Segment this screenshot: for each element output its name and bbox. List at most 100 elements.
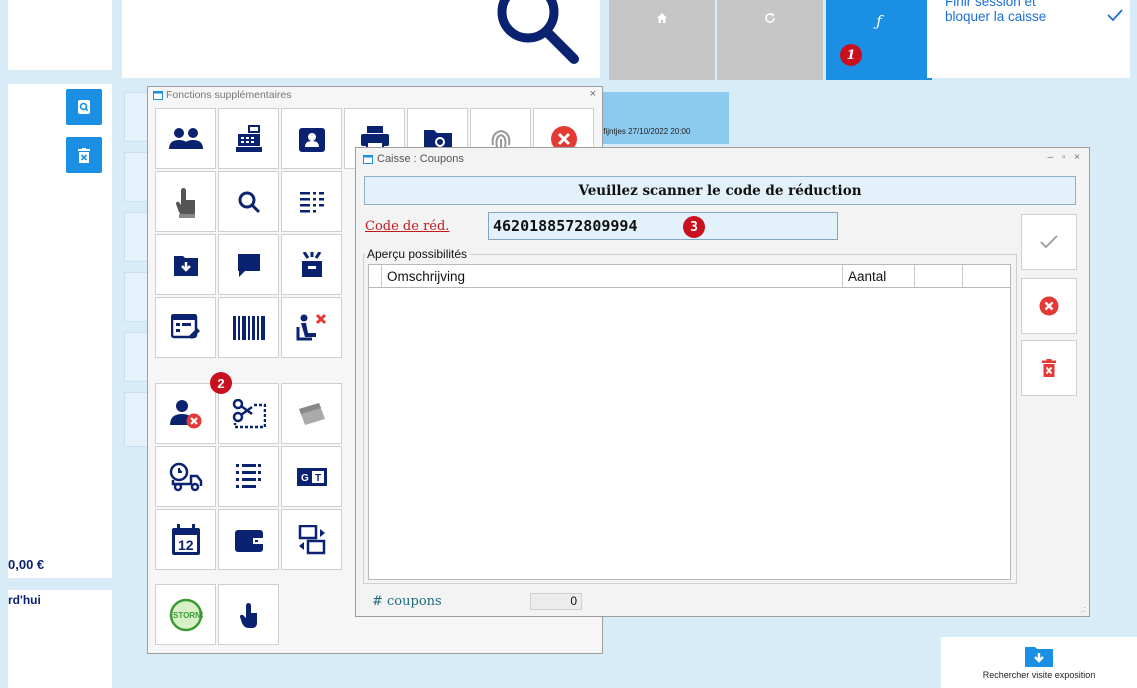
fonctions-title: Fonctions supplémentaires xyxy=(166,89,292,101)
checklist-icon xyxy=(235,463,262,490)
chat-icon xyxy=(236,252,262,278)
gift-icon xyxy=(300,251,324,278)
cards-button[interactable] xyxy=(281,383,342,444)
coupons-title: Caisse : Coupons xyxy=(377,153,464,165)
remove-seat-button[interactable] xyxy=(281,297,342,358)
svg-text:STORNO: STORNO xyxy=(173,611,203,620)
delete-button[interactable] xyxy=(1021,340,1077,396)
step-badge: 1 xyxy=(840,44,862,66)
barcode-icon xyxy=(232,315,265,340)
transfer-icon xyxy=(298,524,326,555)
coupons-count-label: # coupons xyxy=(372,594,442,609)
delete-document-icon xyxy=(78,147,90,163)
code-reduction-input[interactable]: 4620188572809994 3 xyxy=(488,212,838,240)
users-icon xyxy=(168,127,203,151)
hand-pointer-button[interactable] xyxy=(155,171,216,232)
step-badge: 2 xyxy=(210,372,232,394)
home-button[interactable] xyxy=(609,0,715,80)
column-header-aantal[interactable]: Aantal xyxy=(843,265,915,287)
background-row xyxy=(124,392,148,447)
functions-button[interactable]: ƒ 1 xyxy=(826,0,932,80)
cards-icon xyxy=(297,401,327,427)
search-function-button[interactable] xyxy=(218,171,279,232)
home-icon xyxy=(656,12,668,80)
transfer-button[interactable] xyxy=(281,509,342,570)
today-label: rd'hui xyxy=(8,593,41,607)
window-icon xyxy=(363,154,373,164)
refresh-icon xyxy=(764,12,776,80)
coupons-count-value: 0 xyxy=(530,593,582,610)
resize-grip[interactable]: .: xyxy=(1081,604,1086,614)
search-panel[interactable] xyxy=(122,0,600,78)
cancel-circle-icon xyxy=(1039,296,1059,316)
touch-button[interactable] xyxy=(218,584,279,645)
search-document-button[interactable] xyxy=(66,89,102,125)
barcode-button[interactable] xyxy=(218,297,279,358)
code-reduction-label: Code de réd. xyxy=(365,219,450,234)
search-document-icon xyxy=(77,99,91,115)
svg-text:T: T xyxy=(315,473,321,484)
coupon-button[interactable] xyxy=(218,383,279,444)
delivery-truck-icon xyxy=(169,462,203,492)
delivery-button[interactable] xyxy=(155,446,216,507)
background-row xyxy=(124,332,148,382)
contact-card-button[interactable] xyxy=(281,108,342,169)
delete-trash-icon xyxy=(1042,359,1056,377)
calendar-button[interactable]: 12 xyxy=(155,509,216,570)
column-header-extra[interactable] xyxy=(915,265,963,287)
remove-seat-icon xyxy=(296,313,328,343)
confirm-button[interactable] xyxy=(1021,214,1077,270)
download-box-button[interactable] xyxy=(155,234,216,295)
remove-user-button[interactable] xyxy=(155,383,216,444)
cancel-button[interactable] xyxy=(1021,278,1077,334)
refresh-button[interactable] xyxy=(717,0,823,80)
users-button[interactable] xyxy=(155,108,216,169)
row-selector-header xyxy=(369,265,382,287)
visit-info-text: olfijntjes 27/10/2022 20:00 xyxy=(597,127,691,136)
remove-user-icon xyxy=(169,399,202,429)
finish-session-label: Finir session et bloquer la caisse xyxy=(945,0,1047,24)
download-box-icon xyxy=(173,254,198,276)
delete-document-button[interactable] xyxy=(66,137,102,173)
rechercher-visite-button[interactable]: Rechercher visite exposition xyxy=(941,637,1137,688)
list-button[interactable] xyxy=(281,171,342,232)
chat-button[interactable] xyxy=(218,234,279,295)
gt-button[interactable]: GT xyxy=(281,446,342,507)
gt-icon: GT xyxy=(296,467,327,486)
window-controls[interactable]: – ▫ × xyxy=(1047,152,1083,163)
download-folder-icon xyxy=(1025,645,1053,667)
window-icon xyxy=(153,90,163,100)
list-icon xyxy=(299,191,324,213)
touch-icon xyxy=(238,601,260,629)
step-badge: 3 xyxy=(683,216,705,238)
svg-text:12: 12 xyxy=(178,537,194,553)
column-header-omschrijving[interactable]: Omschrijving xyxy=(382,265,843,287)
scan-instruction-banner: Veuillez scanner le code de réduction xyxy=(364,176,1076,205)
storno-button[interactable]: STORNO xyxy=(155,584,216,645)
wallet-button[interactable] xyxy=(218,509,279,570)
left-top-panel xyxy=(8,0,112,70)
background-row xyxy=(124,152,148,202)
svg-text:G: G xyxy=(301,473,309,484)
checkmark-icon xyxy=(1107,8,1123,22)
finish-session-button[interactable]: Finir session et bloquer la caisse xyxy=(927,0,1130,78)
search-icon xyxy=(237,190,261,214)
total-amount: 0,00 € xyxy=(8,557,45,572)
checklist-button[interactable] xyxy=(218,446,279,507)
hand-pointer-icon xyxy=(173,186,199,218)
storno-icon: STORNO xyxy=(169,598,203,632)
background-row xyxy=(124,212,148,262)
background-row xyxy=(124,92,148,142)
contact-card-icon xyxy=(298,125,326,153)
cash-register-button[interactable] xyxy=(218,108,279,169)
search-icon xyxy=(488,0,584,68)
close-icon[interactable]: × xyxy=(590,88,596,100)
apercu-label: Aperçu possibilités xyxy=(365,247,470,261)
visit-info-tile[interactable]: olfijntjes 27/10/2022 20:00 xyxy=(596,92,729,144)
confirm-check-icon xyxy=(1040,235,1058,249)
coupons-table[interactable]: Omschrijving Aantal xyxy=(368,264,1011,580)
form-edit-button[interactable] xyxy=(155,297,216,358)
gift-button[interactable] xyxy=(281,234,342,295)
coupons-dialog: Caisse : Coupons – ▫ × Veuillez scanner … xyxy=(355,147,1090,617)
table-header: Omschrijving Aantal xyxy=(369,265,1010,288)
